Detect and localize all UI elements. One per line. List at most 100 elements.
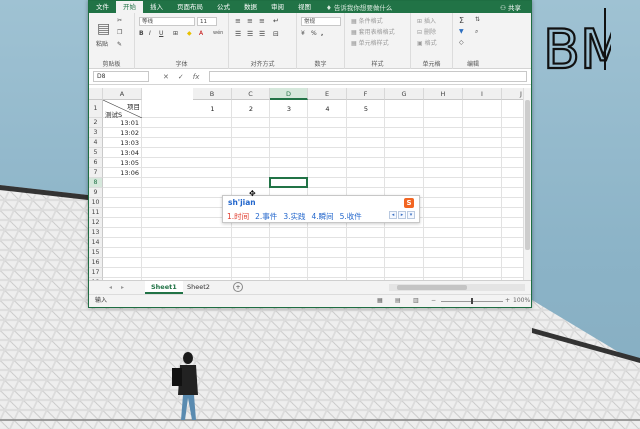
row-header[interactable]: 13 (89, 228, 103, 238)
percent-button[interactable]: % (311, 30, 317, 37)
align-center-icon[interactable]: ☰ (247, 30, 253, 38)
align-middle-icon[interactable]: ≡ (247, 17, 253, 25)
wrap-text-icon[interactable]: ↵ (273, 17, 279, 25)
paste-button[interactable]: 粘贴 (96, 39, 108, 48)
currency-icon[interactable]: ¥ (301, 30, 305, 37)
conditional-format-button[interactable]: ▦ 条件格式 (351, 16, 383, 25)
cell-styles-button[interactable]: ▦ 单元格样式 (351, 38, 389, 47)
align-bottom-icon[interactable]: ≡ (259, 17, 265, 25)
scroll-tabs-left-icon[interactable]: ◂ (109, 284, 112, 291)
page-break-view-icon[interactable]: ▥ (413, 295, 419, 307)
select-all-corner[interactable] (89, 88, 103, 100)
tab-view[interactable]: 视图 (291, 1, 318, 13)
row-header[interactable]: 11 (89, 208, 103, 218)
font-color-button[interactable]: A (199, 30, 203, 37)
tab-file[interactable]: 文件 (89, 1, 116, 13)
tab-home[interactable]: 开始 (116, 1, 143, 13)
row-header[interactable]: 14 (89, 238, 103, 248)
column-header[interactable]: E (308, 88, 347, 100)
tab-review[interactable]: 审阅 (264, 1, 291, 13)
column-header[interactable]: H (424, 88, 463, 100)
column-header[interactable]: A (103, 88, 142, 100)
row-header[interactable]: 7 (89, 168, 103, 178)
sort-filter-icon[interactable]: ⇅ (475, 16, 480, 23)
tab-formulas[interactable]: 公式 (210, 1, 237, 13)
align-top-icon[interactable]: ≡ (235, 17, 241, 25)
align-right-icon[interactable]: ☰ (259, 30, 265, 38)
italic-button[interactable]: I (149, 30, 151, 37)
column-header[interactable]: B (193, 88, 232, 100)
ime-candidate[interactable]: 3.实践 (283, 211, 305, 222)
row-header[interactable]: 12 (89, 218, 103, 228)
vertical-scrollbar[interactable] (523, 88, 531, 280)
active-cell-d8[interactable] (269, 177, 308, 188)
row-header[interactable]: 8 (89, 178, 103, 188)
row-header[interactable]: 1 (89, 100, 103, 118)
find-select-icon[interactable]: ⌕ (475, 28, 478, 36)
delete-cells-button[interactable]: ⊟ 删除 (417, 27, 436, 36)
enter-icon[interactable]: ✓ (178, 73, 184, 81)
add-sheet-button[interactable]: + (233, 282, 243, 292)
number-format-select[interactable]: 常规 (301, 17, 341, 26)
ime-candidate[interactable]: 4.瞬间 (311, 211, 333, 222)
autosum-button[interactable]: Σ (459, 16, 464, 25)
share-button[interactable]: ⚇ 共享 (500, 2, 531, 12)
ime-candidate[interactable]: 2.事件 (255, 211, 277, 222)
merge-icon[interactable]: ⊟ (273, 30, 279, 38)
row-header[interactable]: 10 (89, 198, 103, 208)
tell-me-search[interactable]: ♦ 告诉我你想要做什么 (326, 2, 392, 12)
name-box[interactable]: D8 (93, 71, 149, 82)
column-header[interactable]: I (463, 88, 502, 100)
row-header[interactable]: 17 (89, 268, 103, 278)
zoom-level[interactable]: 100% (513, 295, 530, 307)
row-header[interactable]: 15 (89, 248, 103, 258)
normal-view-icon[interactable]: ▦ (377, 295, 383, 307)
horizontal-scrollbar[interactable] (389, 284, 525, 291)
underline-button[interactable]: U (159, 30, 163, 37)
phonetic-button[interactable]: wén (213, 30, 223, 36)
cut-icon[interactable]: ✂ (117, 17, 122, 24)
row-header[interactable]: 4 (89, 138, 103, 148)
column-header[interactable]: F (347, 88, 385, 100)
row-header[interactable]: 6 (89, 158, 103, 168)
spreadsheet-grid[interactable]: ABCDEFGHIJK123456789101112131415161718项目… (89, 88, 531, 280)
ime-prev-page-icon[interactable]: ◂ (389, 211, 397, 219)
fill-icon[interactable]: ▼ (459, 28, 464, 35)
zoom-in-icon[interactable]: + (505, 295, 510, 307)
zoom-slider-thumb[interactable] (471, 298, 473, 304)
row-header[interactable]: 5 (89, 148, 103, 158)
ime-candidate[interactable]: 1.时间 (227, 211, 249, 222)
fill-color-icon[interactable]: ◆ (187, 30, 192, 37)
font-size-select[interactable]: 11 (197, 17, 217, 26)
tab-insert[interactable]: 插入 (143, 1, 170, 13)
ime-expand-icon[interactable]: ▾ (407, 211, 415, 219)
tab-data[interactable]: 数据 (237, 1, 264, 13)
format-cells-button[interactable]: ▣ 格式 (417, 38, 437, 47)
row-header[interactable]: 9 (89, 188, 103, 198)
ime-next-page-icon[interactable]: ▸ (398, 211, 406, 219)
scroll-tabs-right-icon[interactable]: ▸ (121, 284, 124, 291)
bold-button[interactable]: B (139, 30, 144, 37)
paste-icon[interactable]: ▤ (97, 21, 110, 37)
page-layout-view-icon[interactable]: ▤ (395, 295, 401, 307)
align-left-icon[interactable]: ☰ (235, 30, 241, 38)
sheet-tab-sheet1[interactable]: Sheet1 (145, 281, 183, 294)
font-family-select[interactable]: 等线 (139, 17, 195, 26)
insert-function-icon[interactable]: fx (193, 73, 200, 81)
ime-candidate[interactable]: 5.收件 (340, 211, 362, 222)
zoom-out-icon[interactable]: − (431, 295, 436, 307)
format-painter-icon[interactable]: ✎ (117, 41, 122, 48)
sheet-tab-sheet2[interactable]: Sheet2 (181, 281, 216, 294)
column-header[interactable]: G (385, 88, 424, 100)
cancel-icon[interactable]: ✕ (163, 73, 169, 81)
tab-page-layout[interactable]: 页面布局 (170, 1, 210, 13)
clear-icon[interactable]: ◇ (459, 39, 464, 46)
row-header[interactable]: 2 (89, 118, 103, 128)
column-header[interactable]: C (232, 88, 270, 100)
comma-button[interactable]: , (321, 30, 323, 37)
row-header[interactable]: 16 (89, 258, 103, 268)
format-as-table-button[interactable]: ▦ 套用表格格式 (351, 27, 395, 36)
copy-icon[interactable]: ❐ (117, 29, 122, 36)
insert-cells-button[interactable]: ⊞ 插入 (417, 16, 436, 25)
sogou-icon[interactable]: S (404, 198, 414, 208)
